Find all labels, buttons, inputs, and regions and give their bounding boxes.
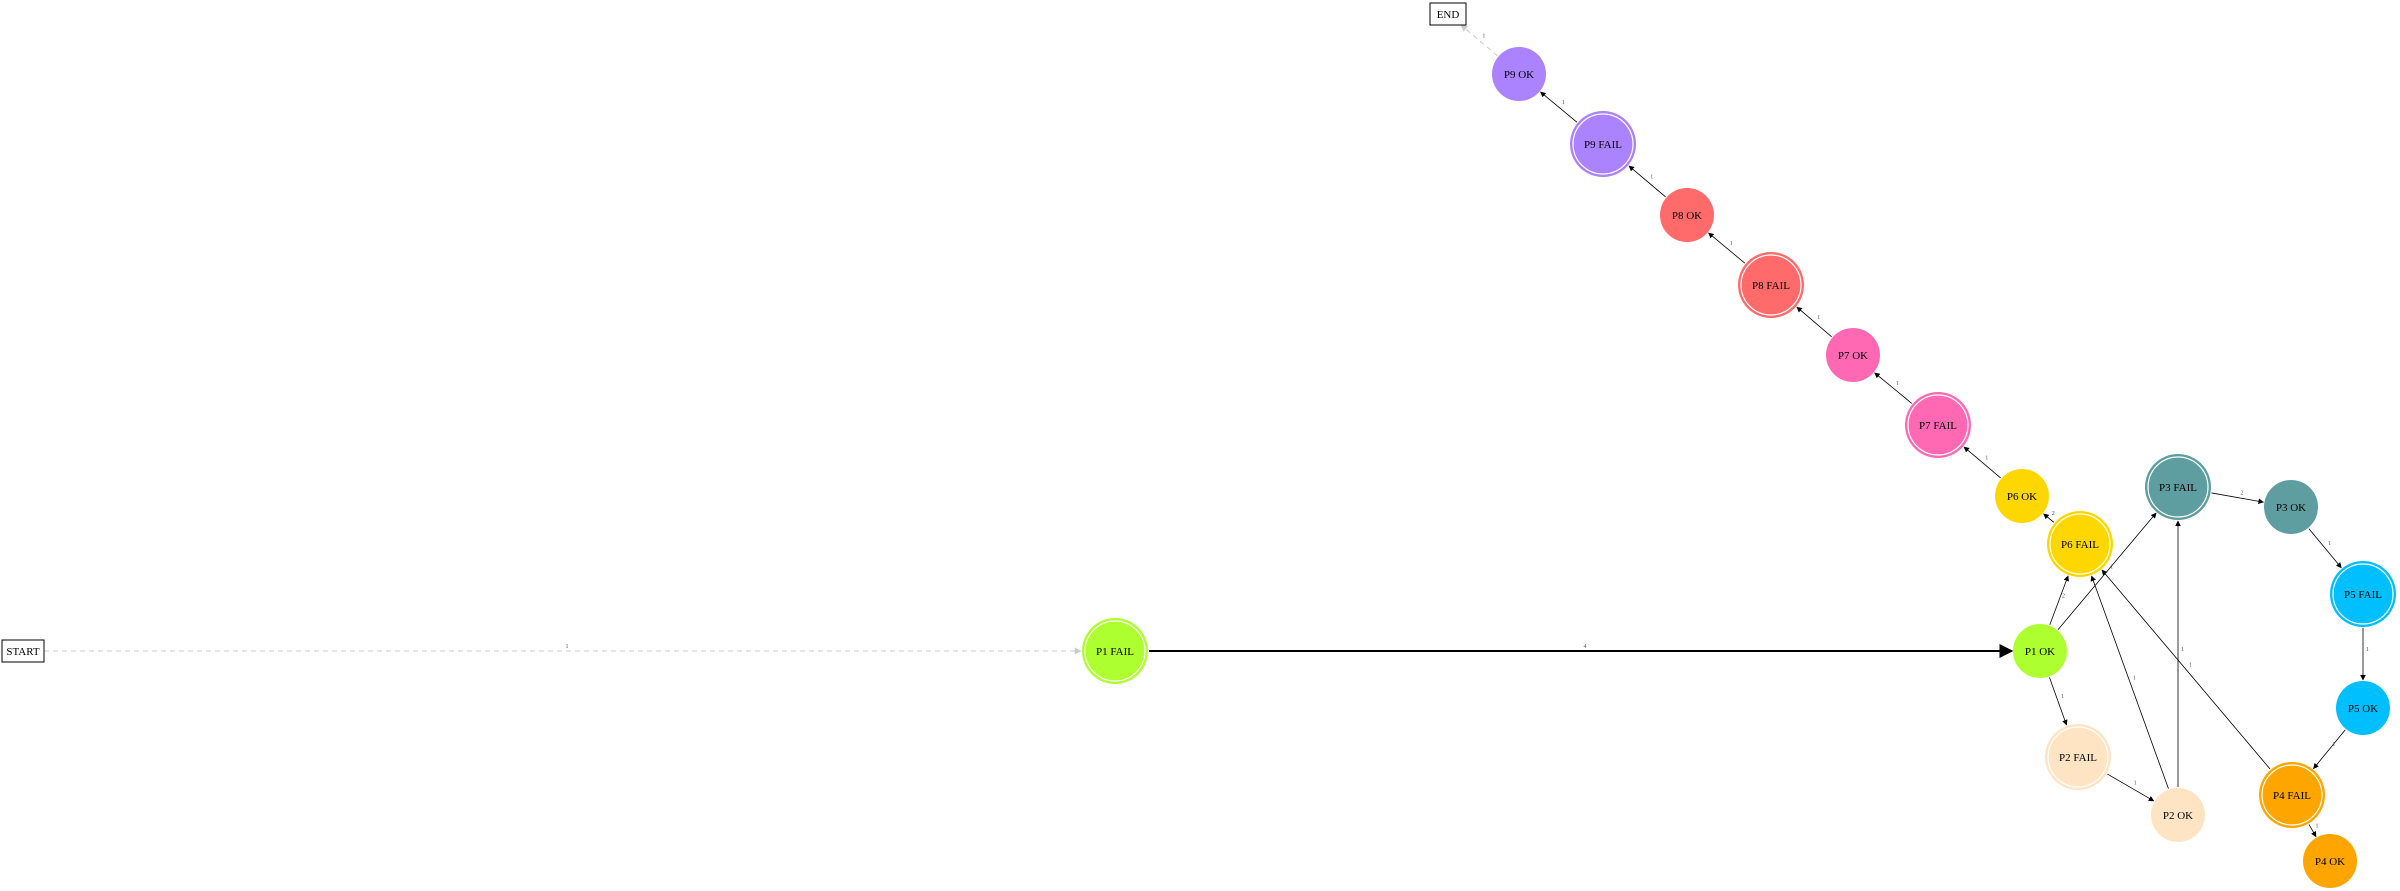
nodes-layer: START END P1 FAIL P1 OK P2 FAIL P2 OK P3 FAIL P… — [1, 2, 2396, 888]
edge-weight-label: 1 — [1817, 315, 1820, 321]
edge-p4fail-to-p4ok: 1 — [2308, 824, 2318, 838]
edge-p9ok-to-end: 1 — [1460, 24, 1498, 57]
node-label: P9 FAIL — [1584, 139, 1622, 151]
node-p5ok[interactable]: P5 OK — [2336, 681, 2390, 735]
edge-weight-label: 1 — [2110, 564, 2113, 570]
edge-weight-label: 2 — [2240, 491, 2243, 497]
node-label: P5 OK — [2348, 703, 2378, 715]
edge-p7fail-to-p7ok: 1 — [1874, 372, 1913, 404]
node-label: P6 OK — [2007, 491, 2037, 503]
edge-start-to-p1fail: 1 — [44, 644, 1082, 655]
edge-p6ok-to-p7fail: 1 — [1963, 446, 2001, 479]
edge-weight-label: 4 — [1584, 644, 1587, 650]
node-label: P2 OK — [2163, 810, 2193, 822]
edge-weight-label: 1 — [1650, 174, 1653, 180]
edge-p6fail-to-p6ok: 2 — [2043, 511, 2055, 523]
start-label: START — [6, 646, 40, 658]
edge-weight-label: 1 — [2061, 694, 2064, 700]
edge-weight-label: 1 — [2181, 647, 2184, 653]
node-label: P7 FAIL — [1919, 420, 1957, 432]
edge-line — [1628, 165, 1666, 198]
edge-p8fail-to-p8ok: 1 — [1708, 232, 1746, 264]
edge-p2fail-to-p2ok: 1 — [2107, 773, 2155, 802]
node-p9ok[interactable]: P9 OK — [1492, 47, 1546, 101]
end-terminal[interactable]: END — [1429, 2, 1467, 26]
node-p1ok[interactable]: P1 OK — [2013, 624, 2067, 678]
edge-p3fail-to-p3ok: 2 — [2211, 491, 2264, 504]
node-p8fail[interactable]: P8 FAIL — [1738, 252, 1804, 318]
node-p3fail[interactable]: P3 FAIL — [2145, 454, 2211, 520]
node-p1fail[interactable]: P1 FAIL — [1082, 618, 1148, 684]
edge-p4fail-to-p6fail: 1 — [2101, 569, 2271, 770]
node-label: P3 OK — [2276, 502, 2306, 514]
node-label: P7 OK — [1838, 350, 1868, 362]
edge-line — [2211, 492, 2264, 504]
end-label: END — [1437, 9, 1460, 21]
node-p2ok[interactable]: P2 OK — [2151, 788, 2205, 842]
edge-line — [1708, 232, 1746, 264]
edge-line — [1540, 91, 1578, 123]
node-label: P8 FAIL — [1752, 280, 1790, 292]
node-p6ok[interactable]: P6 OK — [1995, 469, 2049, 523]
edge-weight-label: 1 — [2328, 541, 2331, 547]
edge-p5fail-to-p5ok: 1 — [2360, 628, 2369, 681]
start-terminal[interactable]: START — [1, 639, 45, 663]
edge-line — [1963, 446, 2001, 479]
node-label: P9 OK — [1504, 69, 1534, 81]
edge-line — [1460, 24, 1498, 57]
edge-weight-label: 2 — [2052, 511, 2055, 517]
edge-line — [1874, 372, 1913, 404]
edge-weight-label: 1 — [1562, 100, 1565, 106]
edge-line — [2308, 528, 2342, 569]
edge-p9fail-to-p9ok: 1 — [1540, 91, 1578, 123]
node-label: P1 FAIL — [1096, 646, 1134, 658]
node-label: P2 FAIL — [2059, 752, 2097, 764]
node-p5fail[interactable]: P5 FAIL — [2330, 561, 2396, 627]
node-label: P4 FAIL — [2273, 790, 2311, 802]
node-p8ok[interactable]: P8 OK — [1660, 188, 1714, 242]
edge-weight-label: 1 — [2366, 647, 2369, 653]
edge-weight-label: 1 — [2189, 663, 2192, 669]
edge-weight-label: 1 — [2332, 742, 2335, 748]
edge-weight-label: 2 — [2062, 593, 2065, 599]
edge-p1ok-to-p2fail: 1 — [2049, 677, 2068, 726]
node-p4fail[interactable]: P4 FAIL — [2259, 762, 2325, 828]
node-p3ok[interactable]: P3 OK — [2264, 480, 2318, 534]
edges-layer: 1 4 1 1 2 1 1 1 2 1 1 1 1 1 2 1 1 1 1 1 1 1 — [44, 24, 2369, 838]
edge-line — [2049, 677, 2068, 726]
node-p2fail[interactable]: P2 FAIL — [2045, 724, 2111, 790]
edge-weight-label: 1 — [1896, 381, 1899, 387]
edge-p7ok-to-p8fail: 1 — [1796, 306, 1832, 338]
edge-line — [2313, 729, 2346, 770]
node-label: P6 FAIL — [2061, 539, 2099, 551]
node-p7fail[interactable]: P7 FAIL — [1905, 392, 1971, 458]
node-label: P1 OK — [2025, 646, 2055, 658]
edge-line — [2107, 773, 2155, 802]
node-label: P8 OK — [1672, 210, 1702, 222]
edge-p1fail-to-p1ok: 4 — [1149, 644, 2014, 658]
node-label: P4 OK — [2315, 856, 2345, 868]
edge-weight-label: 1 — [2315, 824, 2318, 830]
edge-p3ok-to-p5fail: 1 — [2308, 528, 2342, 569]
node-p7ok[interactable]: P7 OK — [1826, 328, 1880, 382]
edge-line — [2101, 569, 2271, 770]
edge-p5ok-to-p4fail: 1 — [2313, 729, 2346, 770]
edge-weight-label: 1 — [566, 644, 569, 650]
edge-weight-label: 1 — [1730, 241, 1733, 247]
node-p4ok[interactable]: P4 OK — [2303, 834, 2357, 888]
edge-weight-label: 1 — [1985, 455, 1988, 461]
edge-line — [2049, 575, 2069, 625]
edge-line — [1796, 306, 1832, 338]
edge-p8ok-to-p9fail: 1 — [1628, 165, 1666, 198]
edge-p1ok-to-p6fail: 2 — [2049, 575, 2069, 625]
node-p6fail[interactable]: P6 FAIL — [2047, 511, 2113, 577]
node-label: P3 FAIL — [2159, 482, 2197, 494]
process-flow-graph: 1 4 1 1 2 1 1 1 2 1 1 1 1 1 2 1 1 1 1 1 1 1 START END P1 FAIL P1… — [1, 2, 2396, 888]
edge-weight-label: 1 — [1482, 33, 1485, 39]
edge-weight-label: 1 — [2134, 781, 2137, 787]
edge-p2ok-to-p3fail: 1 — [2175, 520, 2184, 787]
edge-weight-label: 1 — [2133, 675, 2136, 681]
node-p9fail[interactable]: P9 FAIL — [1570, 111, 1636, 177]
node-label: P5 FAIL — [2344, 589, 2382, 601]
